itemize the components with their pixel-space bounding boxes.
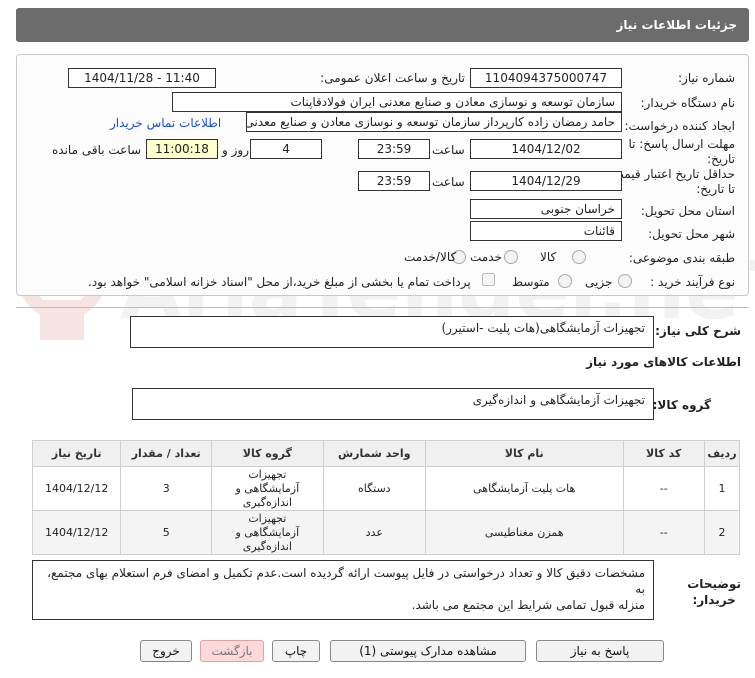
process-radio-medium[interactable] <box>558 273 572 288</box>
creator-field: حامد رمضان زاده کارپرداز سازمان توسعه و … <box>246 112 622 132</box>
radio-icon <box>572 249 586 264</box>
announce-label: تاریخ و ساعت اعلان عمومی: <box>320 71 465 85</box>
buyer-notes-label-line2: خریدار: <box>692 593 736 607</box>
table-row[interactable]: 1 -- هات پلیت آزمایشگاهی دستگاه تجهیزات … <box>31 466 741 511</box>
category-label: طبقه بندی موضوعی: <box>628 251 735 265</box>
cell-qty: 5 <box>120 510 213 555</box>
category-option-goods: کالا <box>540 250 557 264</box>
city-field: قائنات <box>470 221 622 241</box>
buyer-notes-label-line1: توضیحات <box>687 577 741 591</box>
remaining-time-field: 11:00:18 <box>146 139 218 159</box>
goods-table: ردیف کد کالا نام کالا واحد شمارش گروه کا… <box>31 440 741 555</box>
col-unit: واحد شمارش <box>322 440 426 467</box>
view-attachments-button[interactable]: مشاهده مدارک پیوستی (1) <box>330 640 526 662</box>
category-option-service: خدمت <box>470 250 502 264</box>
days-label: روز و <box>222 143 249 157</box>
reply-button[interactable]: پاسخ به نیاز <box>536 640 664 662</box>
remaining-time-label: ساعت باقی مانده <box>52 143 142 157</box>
col-group: گروه کالا <box>211 440 324 467</box>
cell-group-line2: آزمایشگاهی و <box>235 525 300 539</box>
announce-field: 1404/11/28 - 11:40 <box>68 68 216 88</box>
process-option-minor: جزیی <box>585 275 613 289</box>
validity-label: حداقل تاریخ اعتبار قیمت: تا تاریخ: <box>608 167 735 196</box>
need-number-field: 1104094375000747 <box>470 68 622 88</box>
treasury-checkbox[interactable] <box>482 272 495 286</box>
radio-icon <box>618 273 632 288</box>
province-label: استان محل تحویل: <box>640 204 735 218</box>
cell-index: 2 <box>703 510 741 555</box>
col-date: تاریخ نیاز <box>31 440 122 467</box>
buyer-org-field: سازمان توسعه و نوسازی معادن و صنایع معدن… <box>172 92 622 112</box>
buyer-notes-line1: مشخصات دقیق کالا و تعداد درخواستی در فای… <box>47 566 645 596</box>
cell-group-line3: اندازه‌گیری <box>242 539 292 553</box>
exit-button[interactable]: خروج <box>140 640 192 662</box>
reply-deadline-label: مهلت ارسال پاسخ: تا تاریخ: <box>628 137 735 166</box>
reply-date-field: 1404/12/02 <box>470 139 622 159</box>
goods-group-label: گروه کالا: <box>652 398 711 412</box>
summary-box: تجهیزات آزمایشگاهی(هات پلیت -استیرر) <box>130 316 654 348</box>
category-radio-goods[interactable] <box>572 249 586 264</box>
buyer-notes-box: مشخصات دقیق کالا و تعداد درخواستی در فای… <box>32 560 654 620</box>
cell-name: همزن مغناطیسی <box>424 510 624 555</box>
cell-unit: دستگاه <box>322 466 426 511</box>
cell-unit: عدد <box>322 510 426 555</box>
cell-code: -- <box>622 510 705 555</box>
process-option-medium: متوسط <box>512 275 550 289</box>
radio-icon <box>504 249 518 264</box>
process-label: نوع فرآیند خرید : <box>650 275 735 289</box>
validity-time-label: ساعت <box>432 175 465 189</box>
cell-date: 1404/12/12 <box>31 510 122 555</box>
buyer-notes-label: توضیحات خریدار: <box>687 576 741 608</box>
category-radio-service[interactable] <box>504 249 518 264</box>
checkbox-icon <box>482 273 495 286</box>
col-qty: تعداد / مقدار <box>120 440 213 467</box>
process-note: پرداخت تمام یا بخشی از مبلغ خرید،از محل … <box>88 275 471 289</box>
cell-index: 1 <box>703 466 741 511</box>
cell-group-line2: آزمایشگاهی و <box>235 481 300 495</box>
col-name: نام کالا <box>424 440 624 467</box>
goods-group-value: تجهیزات آزمایشگاهی و اندازه‌گیری <box>472 393 645 407</box>
buyer-notes-line2: منزله قبول تمامی شرایط این مجتمع می باشد… <box>411 598 645 612</box>
cell-code: -- <box>622 466 705 511</box>
cell-group-line1: تجهیزات <box>248 511 287 525</box>
days-field: 4 <box>250 139 322 159</box>
reply-time-field: 23:59 <box>358 139 430 159</box>
validity-date-field: 1404/12/29 <box>470 171 622 191</box>
category-option-both: کالا/خدمت <box>404 250 457 264</box>
cell-group-line3: اندازه‌گیری <box>242 495 292 509</box>
back-button[interactable]: بازگشت <box>200 640 264 662</box>
goods-group-box: تجهیزات آزمایشگاهی و اندازه‌گیری <box>132 388 654 420</box>
cell-group: تجهیزات آزمایشگاهی و اندازه‌گیری <box>211 510 324 555</box>
cell-name: هات پلیت آزمایشگاهی <box>424 466 624 511</box>
cell-group: تجهیزات آزمایشگاهی و اندازه‌گیری <box>211 466 324 511</box>
buyer-org-label: نام دستگاه خریدار: <box>640 96 736 110</box>
radio-icon <box>558 273 572 288</box>
creator-label: ایجاد کننده درخواست: <box>624 119 735 133</box>
cell-date: 1404/12/12 <box>31 466 122 511</box>
col-code: کد کالا <box>622 440 705 467</box>
cell-group-line1: تجهیزات <box>248 467 287 481</box>
section-divider <box>16 307 749 308</box>
cell-qty: 3 <box>120 466 213 511</box>
process-radio-minor[interactable] <box>618 273 632 288</box>
table-row[interactable]: 2 -- همزن مغناطیسی عدد تجهیزات آزمایشگاه… <box>31 510 741 555</box>
goods-section-title: اطلاعات کالاهای مورد نیاز <box>586 355 741 369</box>
city-label: شهر محل تحویل: <box>648 227 735 241</box>
col-index: ردیف <box>703 440 741 467</box>
summary-label: شرح کلی نیاز: <box>655 324 741 338</box>
buyer-contact-link[interactable]: اطلاعات تماس خریدار <box>110 116 221 130</box>
validity-time-field: 23:59 <box>358 171 430 191</box>
summary-value: تجهیزات آزمایشگاهی(هات پلیت -استیرر) <box>441 321 645 335</box>
need-number-label: شماره نیاز: <box>678 71 735 85</box>
page-header: جزئيات اطلاعات نياز <box>16 8 749 42</box>
table-header-row: ردیف کد کالا نام کالا واحد شمارش گروه کا… <box>31 440 741 467</box>
reply-time-label: ساعت <box>432 143 465 157</box>
page-title: جزئيات اطلاعات نياز <box>616 18 737 32</box>
print-button[interactable]: چاپ <box>272 640 320 662</box>
province-field: خراسان جنوبی <box>470 199 622 219</box>
